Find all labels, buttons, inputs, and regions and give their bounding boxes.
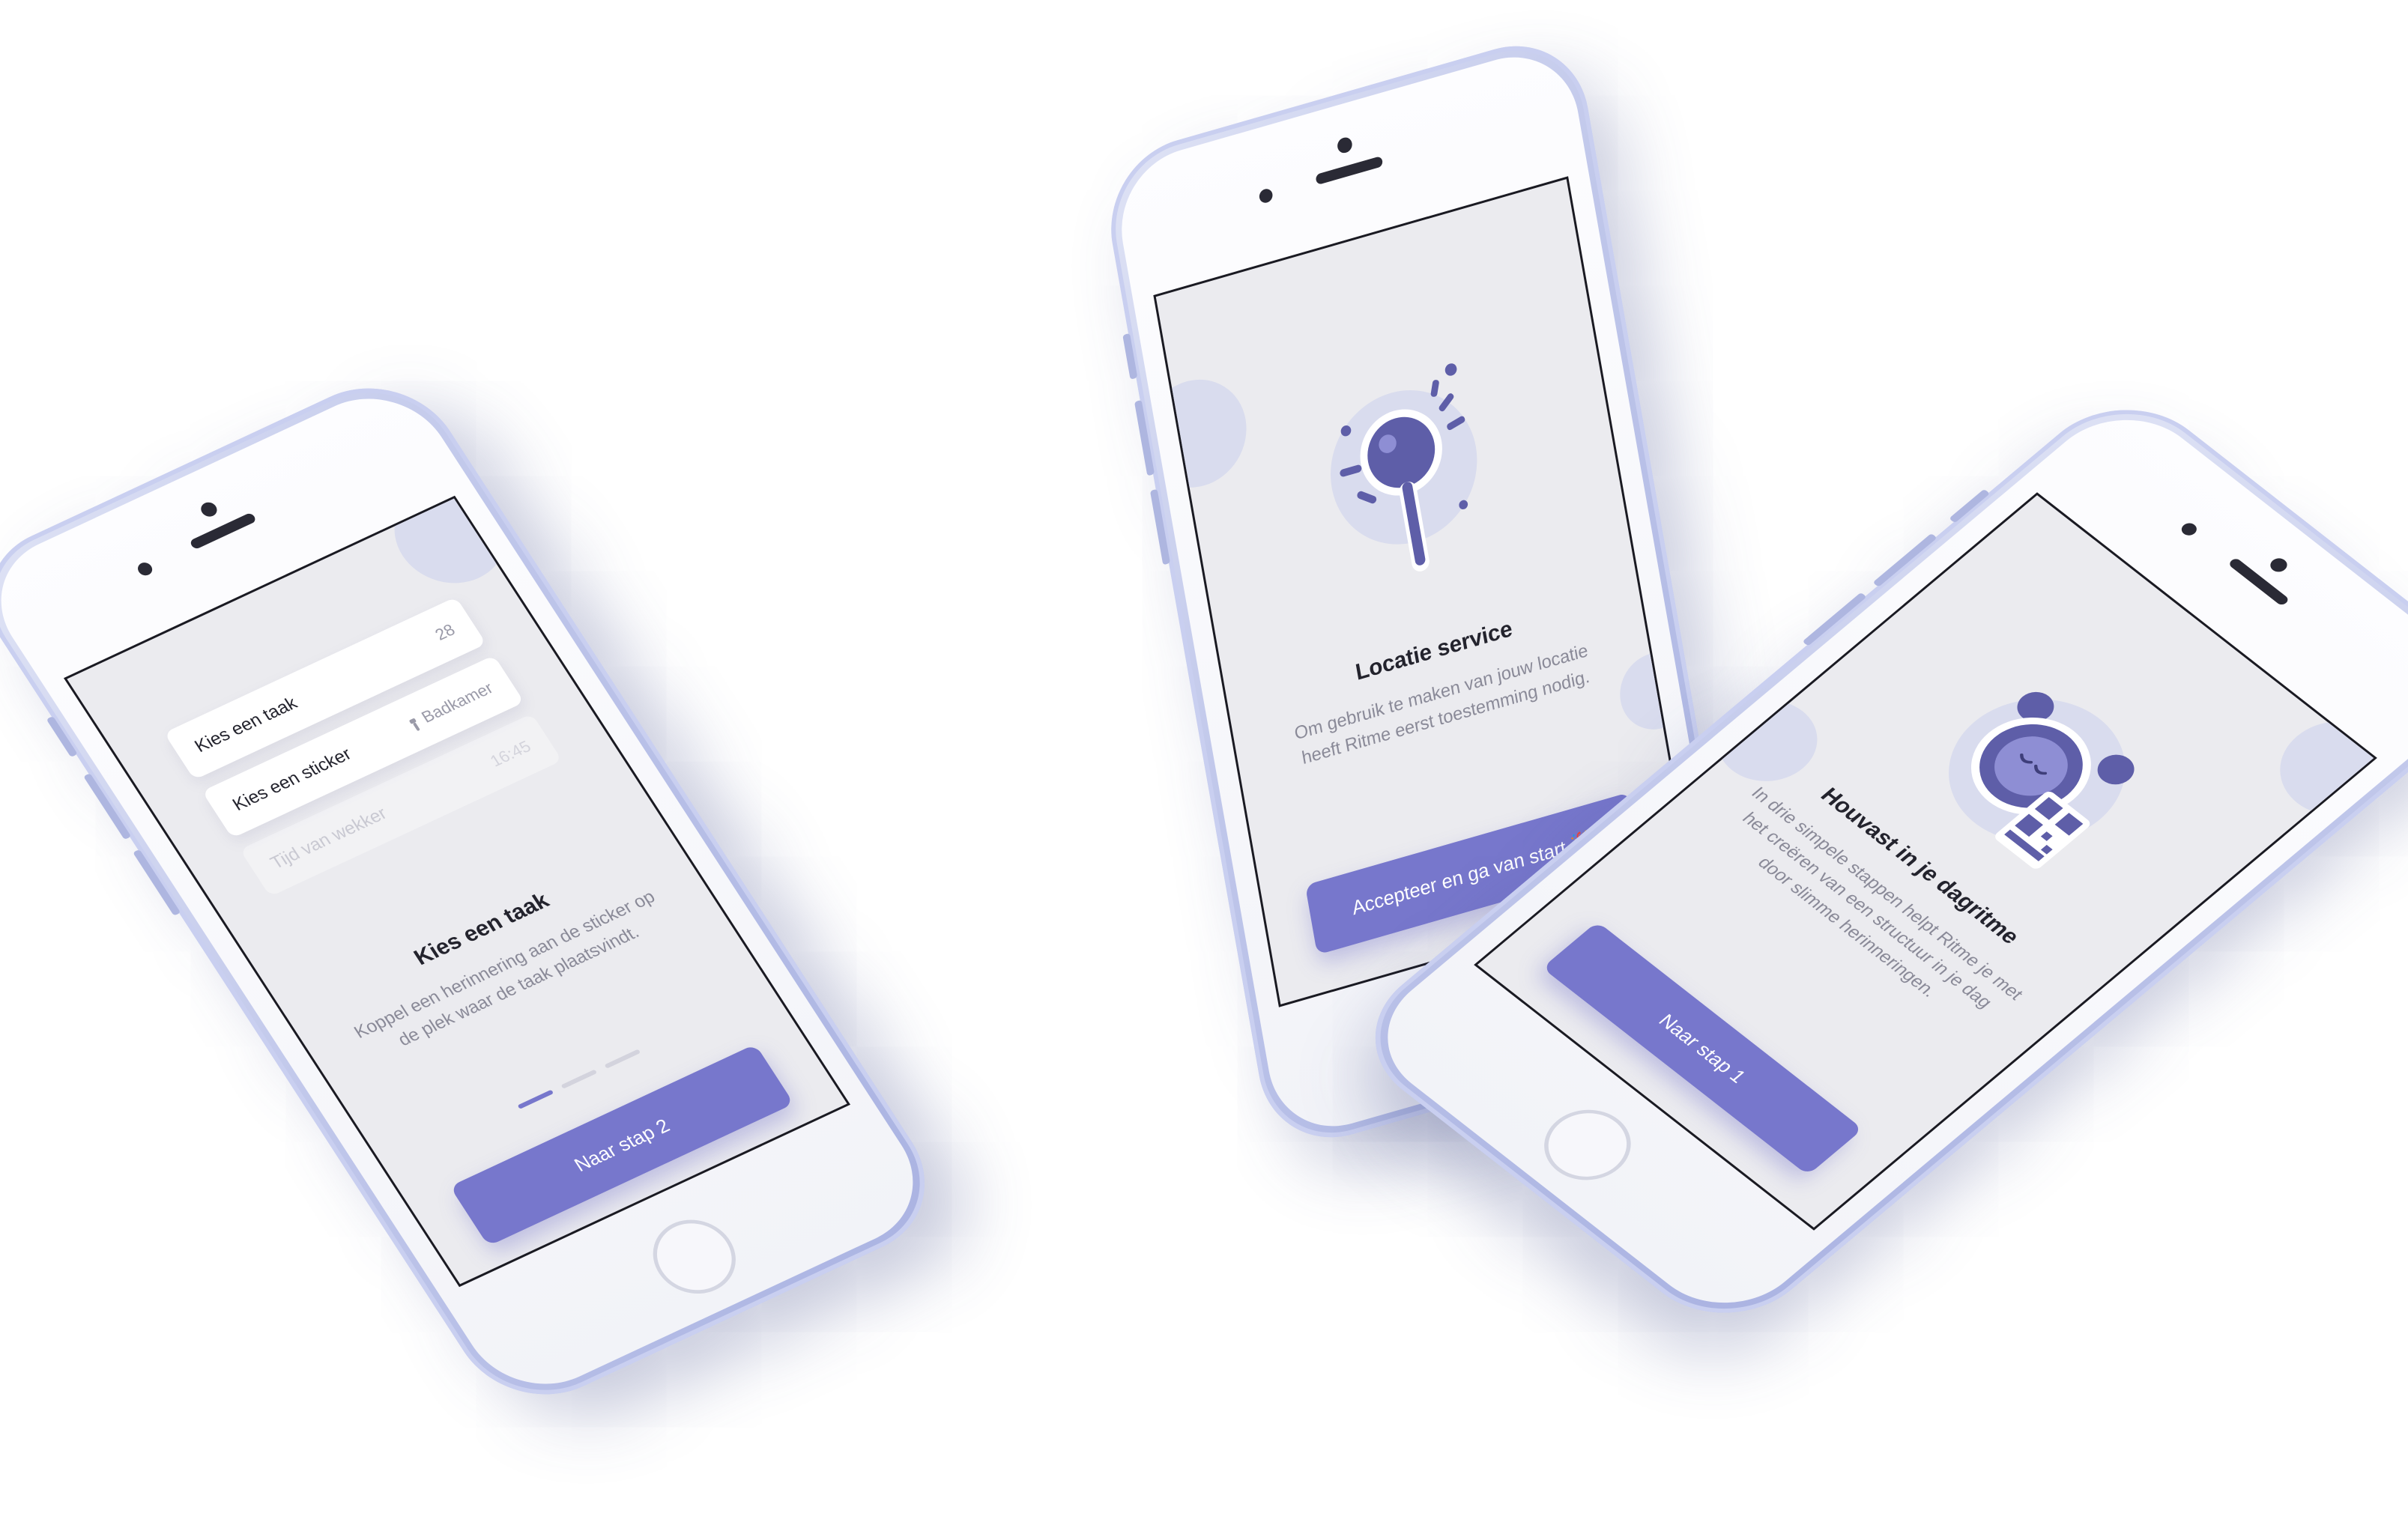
sticker-icon [407,716,423,731]
card-meta-count: 28 [431,620,459,644]
card-meta-time: 16:45 [486,736,535,771]
step-dot-2 [560,1069,598,1089]
mockup-stage: Kies een taak 28 Kies een sticker Badkam… [0,0,2408,1537]
card-meta-location: Badkamer [405,679,497,733]
mute-switch [1122,333,1138,380]
location-pin-icon [1293,344,1519,620]
volume-up-button [1134,399,1155,476]
card-label: Tijd van wekker [267,803,391,873]
step-dot-3 [604,1049,641,1069]
card-label: Kies een taak [191,693,301,757]
alarm-clock-qr-icon [1896,656,2178,885]
step-dot-1 [517,1089,554,1109]
volume-down-button [1149,488,1171,566]
phone-task-setup: Kies een taak 28 Kies een sticker Badkam… [0,362,958,1421]
card-meta-location-text: Badkamer [417,679,497,727]
